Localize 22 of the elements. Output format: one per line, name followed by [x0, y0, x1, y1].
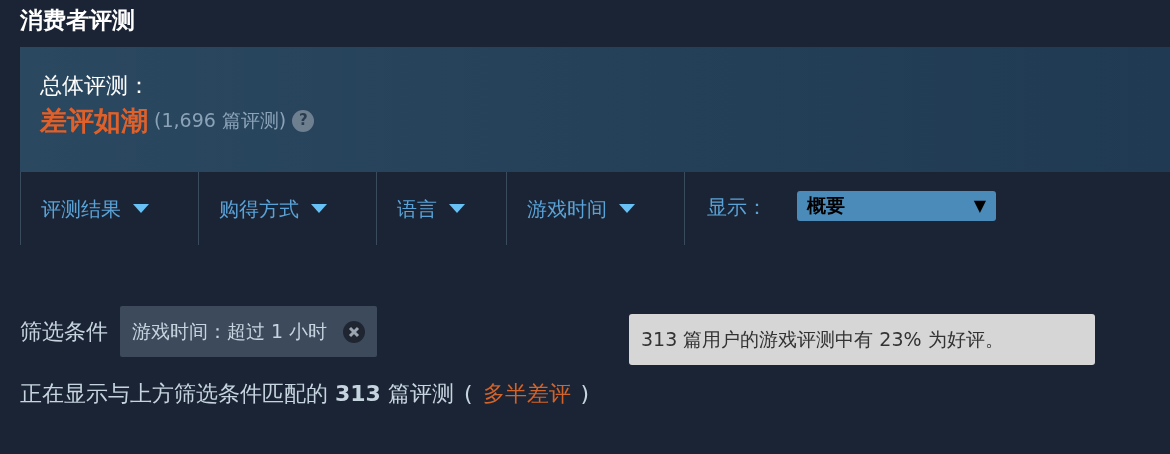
filter-heading: 筛选条件 [20, 318, 108, 346]
summary-rating: 多半差评 [482, 380, 571, 408]
filter-dropdown[interactable]: 游戏时间 [506, 172, 684, 245]
paren-text: ) [580, 380, 590, 408]
filter-tag-label: 游戏时间：超过 1 小时 [132, 319, 328, 345]
section-title: 消费者评测 [19, 6, 136, 35]
rating-text: 差评如潮 [40, 107, 148, 134]
caret-icon [133, 204, 149, 213]
review-count: (1,696 篇评测) [154, 111, 287, 130]
caret-icon [449, 204, 465, 213]
caret-icon [311, 204, 327, 213]
overall-label: 总体评测： [40, 75, 151, 97]
filter-dropdown[interactable]: 语言 [376, 172, 506, 245]
remove-icon[interactable] [343, 320, 366, 343]
display-select[interactable]: 概要 ▼ [797, 190, 996, 221]
result-sentence: 正在显示与上方筛选条件匹配的 313 篇评测 [20, 380, 454, 408]
tooltip: 313 篇用户的游戏评测中有 23% 为好评。 [629, 314, 1095, 365]
paren-text: ( [463, 380, 473, 408]
filter-dropdown[interactable]: 购得方式 [198, 172, 376, 245]
caret-icon [619, 204, 635, 213]
display-label: 显示： [707, 193, 767, 221]
filter-dropdown[interactable]: 评测结果 [20, 172, 198, 245]
